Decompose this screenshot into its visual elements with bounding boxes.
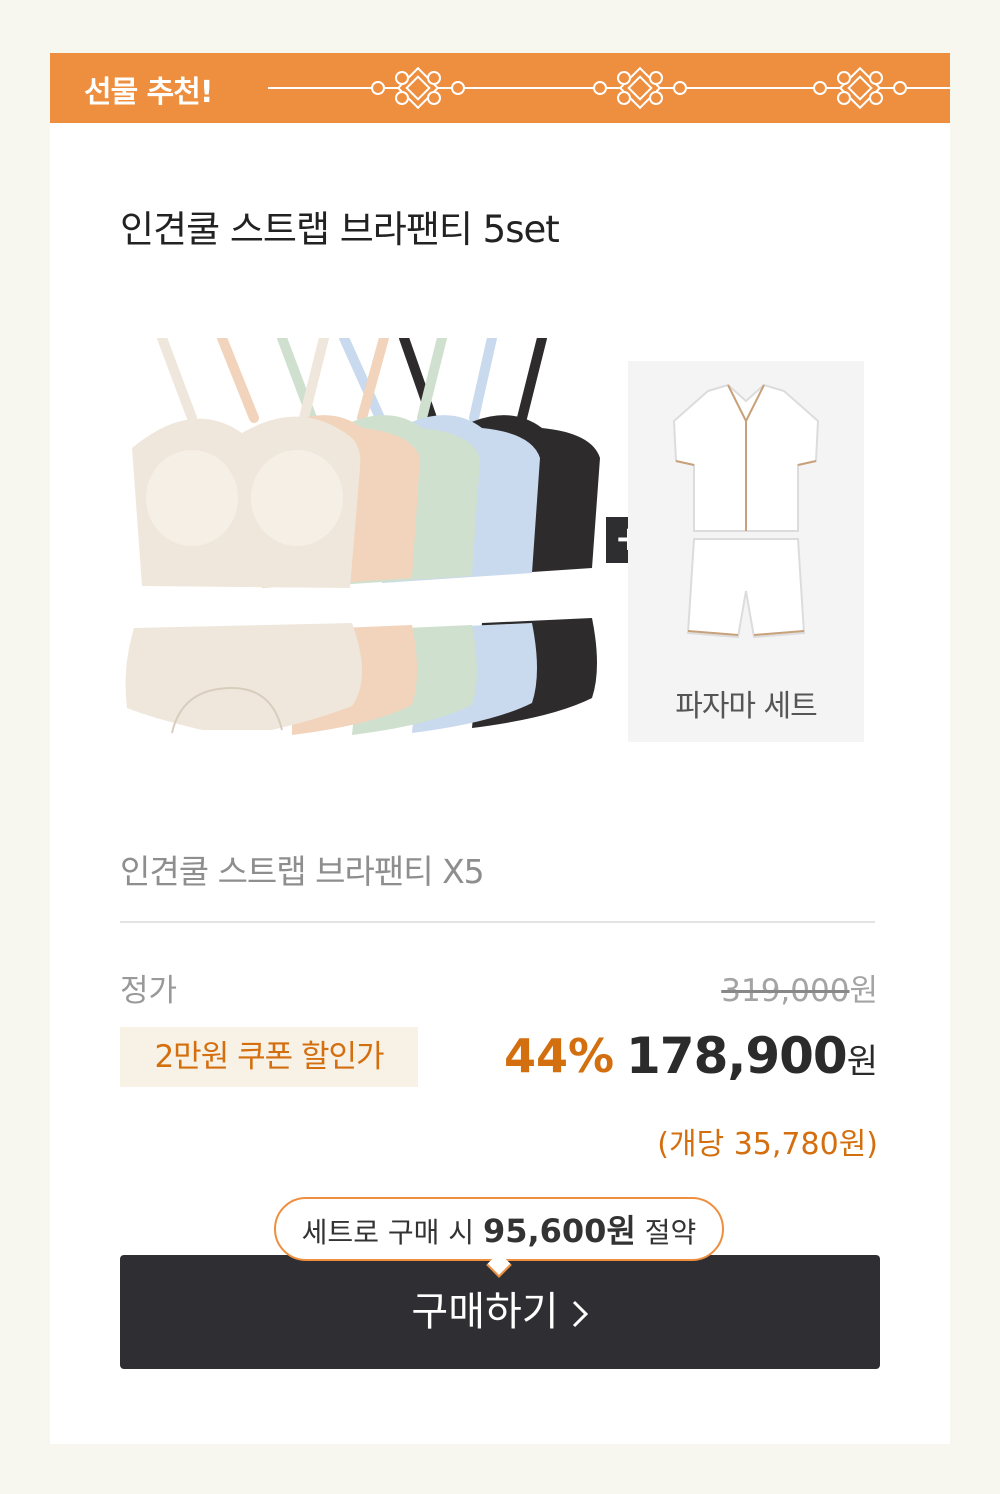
buy-button-label: 구매하기 xyxy=(411,1289,559,1335)
product-title: 인견쿨 스트랩 브라팬티 5set xyxy=(120,208,560,251)
sale-price-currency: 원 xyxy=(846,1042,878,1082)
product-card: 선물 추천! 인견쿨 스트랩 브라팬티 5set 파자마 세트 인견쿨 스트랩 … xyxy=(50,53,950,1444)
pajama-gift-box: 파자마 세트 xyxy=(628,361,864,742)
chevron-right-icon xyxy=(572,1300,588,1328)
knot-ornament-icon xyxy=(268,66,950,110)
gift-banner: 선물 추천! xyxy=(50,53,950,123)
sale-price-value: 178,900 xyxy=(625,1027,848,1085)
product-subtitle: 인견쿨 스트랩 브라팬티 X5 xyxy=(120,852,485,891)
banner-title: 선물 추천! xyxy=(84,75,214,110)
discount-rate: 44% xyxy=(504,1029,615,1083)
savings-prefix: 세트로 구매 시 xyxy=(301,1216,475,1249)
pajama-image xyxy=(672,383,820,639)
regular-price-currency: 원 xyxy=(849,973,878,1009)
sale-price: 178,900원 xyxy=(626,1027,878,1085)
regular-price-value: 319,000 xyxy=(721,973,850,1009)
savings-amount: 95,600원 xyxy=(482,1212,636,1250)
bra-panty-set-image xyxy=(125,338,600,735)
pajama-set-label: 파자마 세트 xyxy=(675,689,818,724)
regular-price-label: 정가 xyxy=(120,973,178,1009)
per-unit-price: (개당 35,780원) xyxy=(657,1127,878,1162)
coupon-price-badge: 2만원 쿠폰 할인가 xyxy=(120,1027,418,1087)
regular-price: 319,000원 xyxy=(721,965,878,1010)
divider xyxy=(120,921,875,923)
savings-suffix: 절약 xyxy=(644,1216,697,1249)
